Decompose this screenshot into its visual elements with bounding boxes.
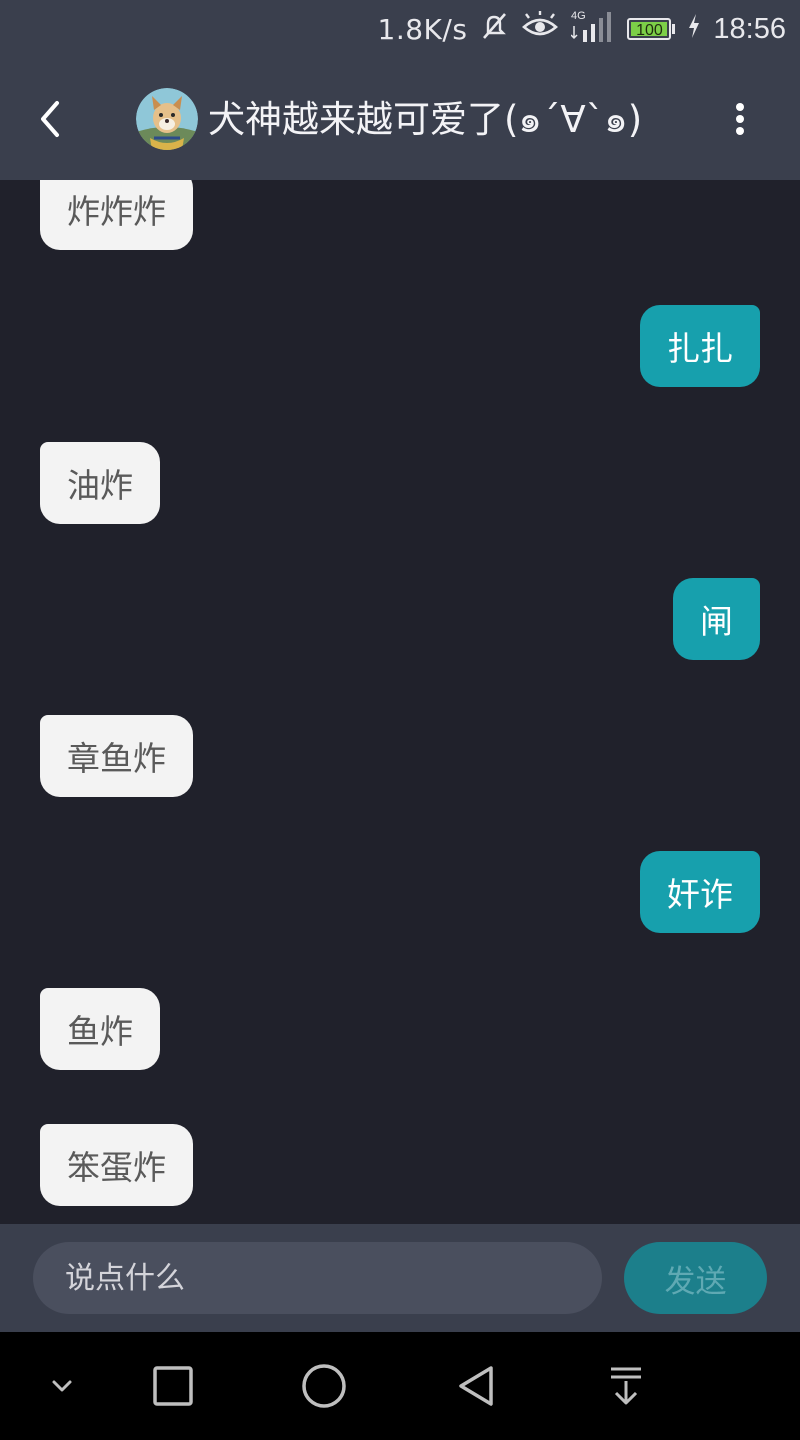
back-button[interactable] [26, 94, 76, 144]
message-bubble-incoming[interactable]: 章鱼炸 [40, 715, 193, 797]
back-icon [459, 1366, 493, 1406]
message-bubble-incoming[interactable]: 油炸 [40, 442, 160, 524]
net-speed: 1.8K/s [377, 12, 468, 46]
message-bubble-outgoing[interactable]: 奸诈 [640, 851, 760, 933]
chat-header: 犬神越来越可爱了(๑´∀`๑) [0, 58, 800, 180]
message-input[interactable] [33, 1242, 602, 1314]
notification-pull-icon [611, 1367, 641, 1405]
hide-keyboard-icon [52, 1380, 72, 1392]
page-title: 犬神越来越可爱了(๑´∀`๑) [208, 98, 643, 141]
status-bar: 1.8K/s 4G 100 18:56 [0, 0, 800, 58]
home-icon [302, 1364, 346, 1408]
system-nav-bar [0, 1332, 800, 1440]
message-bubble-incoming[interactable]: 鱼炸 [40, 988, 160, 1070]
signal-icon: 4G [570, 8, 615, 51]
battery-level: 100 [631, 22, 668, 39]
eye-icon [521, 10, 559, 48]
hide-keyboard-button[interactable] [34, 1358, 90, 1414]
signal-label: 4G [571, 10, 586, 22]
recents-button[interactable] [145, 1358, 201, 1414]
message-bubble-outgoing[interactable]: 闸 [673, 578, 760, 660]
message-bubble-outgoing[interactable]: 扎扎 [640, 305, 760, 387]
chevron-left-icon [41, 101, 59, 137]
battery-icon: 100 [627, 18, 676, 40]
recents-icon [153, 1366, 193, 1406]
message-list[interactable]: 炸炸炸 扎扎 油炸 闸 章鱼炸 奸诈 鱼炸 笨蛋炸 [0, 180, 800, 1224]
charging-icon [687, 13, 701, 46]
home-button[interactable] [296, 1358, 352, 1414]
nav-back-button[interactable] [448, 1358, 504, 1414]
message-bubble-incoming[interactable]: 笨蛋炸 [40, 1124, 193, 1206]
more-options-button[interactable] [715, 94, 765, 144]
avatar[interactable] [136, 88, 198, 150]
more-vertical-icon [736, 103, 744, 135]
status-time: 18:56 [713, 12, 786, 45]
notification-pull-button[interactable] [598, 1358, 654, 1414]
message-bubble-incoming[interactable]: 炸炸炸 [40, 180, 193, 250]
input-bar: 发送 [0, 1224, 800, 1332]
send-button[interactable]: 发送 [624, 1242, 767, 1314]
chat-title-group[interactable]: 犬神越来越可爱了(๑´∀`๑) [136, 84, 642, 154]
mute-icon [479, 11, 509, 48]
